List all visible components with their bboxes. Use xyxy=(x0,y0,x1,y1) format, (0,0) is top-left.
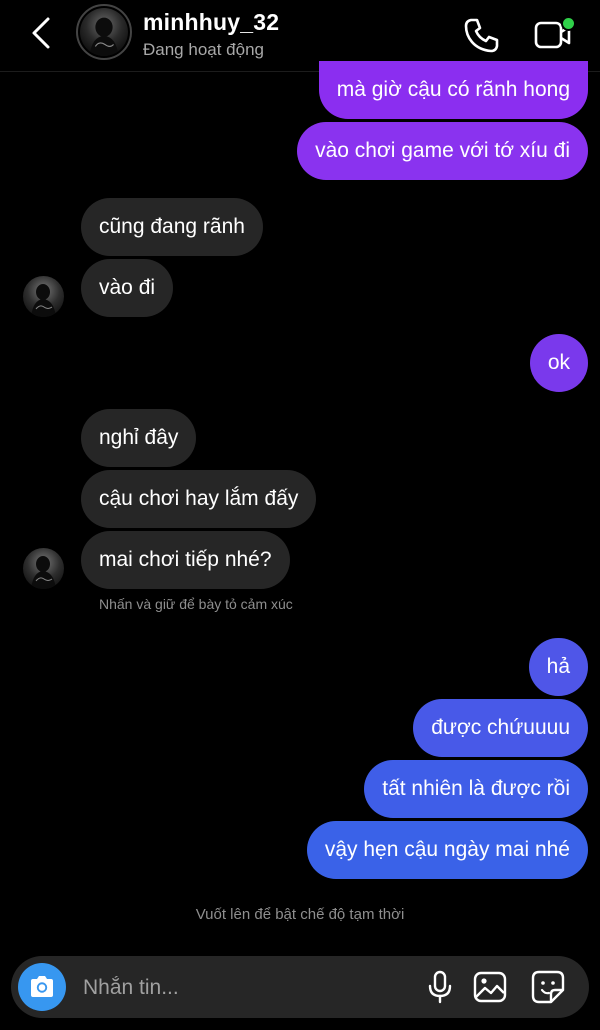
message-bubble-outgoing[interactable]: vào chơi game với tớ xíu đi xyxy=(297,122,588,180)
camera-icon xyxy=(31,976,53,997)
phone-icon xyxy=(464,18,499,53)
username[interactable]: minhhuy_32 xyxy=(143,9,279,36)
microphone-icon xyxy=(428,970,452,1004)
activity-status: Đang hoạt động xyxy=(143,40,264,59)
message-bubble-incoming[interactable]: mai chơi tiếp nhé? xyxy=(81,531,290,589)
gallery-button[interactable] xyxy=(471,968,509,1006)
sender-avatar[interactable] xyxy=(23,276,64,317)
message-input[interactable] xyxy=(81,966,405,1010)
message-bubble-incoming[interactable]: cũng đang rãnh xyxy=(81,198,263,256)
message-bubble-outgoing[interactable]: hả xyxy=(528,638,588,696)
online-indicator xyxy=(561,16,576,31)
voice-call-button[interactable] xyxy=(462,15,502,55)
message-bubble-outgoing[interactable]: vậy hẹn cậu ngày mai nhé xyxy=(306,821,588,879)
message-bubble-outgoing[interactable]: mà giờ cậu có rãnh hong xyxy=(318,61,588,119)
reaction-hint: Nhấn và giữ để bày tỏ cảm xúc xyxy=(99,596,293,612)
avatar-image xyxy=(80,8,128,56)
message-composer xyxy=(11,956,589,1018)
voice-message-button[interactable] xyxy=(421,968,459,1006)
back-button[interactable] xyxy=(24,14,58,52)
message-bubble-outgoing[interactable]: tất nhiên là được rồi xyxy=(364,760,588,818)
message-bubble-incoming[interactable]: vào đi xyxy=(81,259,174,317)
image-icon xyxy=(473,971,507,1003)
sticker-icon xyxy=(531,970,565,1004)
video-call-button[interactable] xyxy=(532,13,576,55)
sender-avatar[interactable] xyxy=(23,548,64,589)
sticker-button[interactable] xyxy=(529,968,567,1006)
profile-avatar[interactable] xyxy=(76,4,132,60)
message-bubble-outgoing[interactable]: ok xyxy=(529,334,588,392)
message-bubble-incoming[interactable]: nghỉ đây xyxy=(81,409,197,467)
camera-button[interactable] xyxy=(18,963,66,1011)
vanish-mode-hint: Vuốt lên để bật chế độ tạm thời xyxy=(195,906,405,923)
message-bubble-outgoing[interactable]: được chứuuuu xyxy=(413,699,588,757)
chevron-left-icon xyxy=(32,17,50,49)
message-bubble-incoming[interactable]: cậu chơi hay lắm đấy xyxy=(81,470,317,528)
